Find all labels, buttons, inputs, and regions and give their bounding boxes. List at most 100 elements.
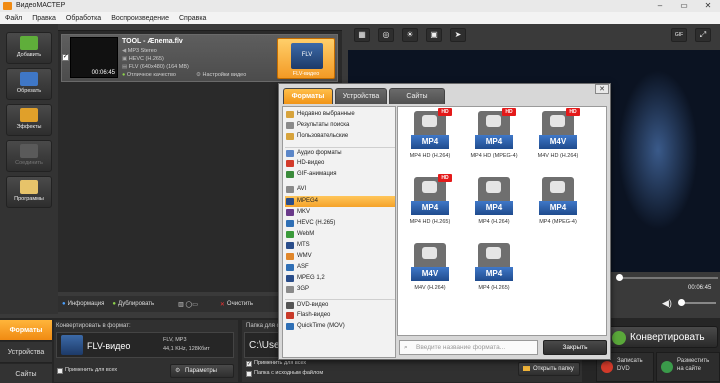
category-item[interactable]: HD-видео bbox=[285, 158, 395, 169]
publish-site-button[interactable]: Разместить на сайте bbox=[656, 352, 720, 382]
format-label: MP4 HD (H.265) bbox=[409, 219, 451, 225]
format-search-input[interactable]: ⌕ Введите название формата... bbox=[399, 340, 538, 355]
format-tile[interactable]: HD MP4 MP4 HD (H.265) bbox=[406, 174, 454, 225]
dialog-close-button[interactable]: Закрыть bbox=[543, 340, 607, 355]
dialog-tab-formats[interactable]: Форматы bbox=[283, 88, 333, 104]
file-codec: ▣ HEVC (H.265) bbox=[122, 56, 164, 62]
flash-icon bbox=[286, 312, 294, 319]
asf-icon bbox=[286, 264, 294, 271]
mkv-icon bbox=[286, 209, 294, 216]
category-label: MPEG4 bbox=[297, 198, 319, 204]
join-button[interactable]: Соединить bbox=[6, 140, 52, 172]
category-item[interactable]: 3GP bbox=[285, 284, 395, 295]
add-button[interactable]: Добавить bbox=[6, 32, 52, 64]
video-thumbnail[interactable]: 00:06:45 bbox=[70, 37, 118, 78]
category-item[interactable]: HEVC (H.265) bbox=[285, 218, 395, 229]
maximize-button[interactable]: ▭ bbox=[672, 0, 696, 12]
hd-badge: HD bbox=[438, 108, 452, 116]
tab-sites[interactable]: Сайты bbox=[0, 364, 52, 383]
category-item[interactable]: Flash-видео bbox=[285, 310, 395, 321]
convert-button[interactable]: Конвертировать bbox=[605, 326, 718, 348]
view-toggle[interactable]: ▥ ◯▭ bbox=[178, 301, 198, 308]
category-item[interactable]: GIF-анимация bbox=[285, 169, 395, 180]
source-folder-checkbox[interactable] bbox=[246, 371, 252, 377]
minimize-button[interactable]: – bbox=[648, 0, 672, 12]
format-category-list: Недавно выбранные Результаты поиска Пользо… bbox=[282, 106, 396, 358]
tab-formats[interactable]: Форматы bbox=[0, 320, 52, 341]
close-window-button[interactable]: ✕ bbox=[696, 0, 720, 12]
dialog-tab-sites[interactable]: Сайты bbox=[389, 88, 445, 104]
open-folder-button[interactable]: Открыть папку bbox=[518, 362, 580, 376]
category-item[interactable]: MKV bbox=[285, 207, 395, 218]
speed-icon[interactable]: ➤ bbox=[450, 28, 466, 42]
category-item[interactable]: Недавно выбранные bbox=[285, 109, 395, 120]
category-label: MPEG 1,2 bbox=[297, 275, 325, 281]
category-item[interactable]: Результаты поиска bbox=[285, 120, 395, 131]
selected-format-audio: 44,1 KHz, 128Кбит bbox=[163, 346, 210, 352]
volume-icon[interactable]: ◀) bbox=[662, 298, 672, 309]
volume-slider[interactable] bbox=[678, 299, 716, 306]
format-tile[interactable]: HD MP4 MP4 HD (H.264) bbox=[406, 108, 454, 159]
effects-button[interactable]: Эффекты bbox=[6, 104, 52, 136]
volume-handle[interactable] bbox=[678, 299, 685, 306]
menu-edit[interactable]: Правка bbox=[27, 15, 61, 22]
crop-icon[interactable]: ▦ bbox=[354, 28, 370, 42]
info-icon: ● bbox=[62, 301, 66, 307]
category-item[interactable]: Пользовательские bbox=[285, 131, 395, 142]
format-label: MP4 (MPEG-4) bbox=[539, 219, 577, 225]
format-tile[interactable]: M4V M4V (H.264) bbox=[406, 243, 454, 291]
flv-format-icon: FLV bbox=[291, 43, 323, 69]
category-item[interactable]: WMV bbox=[285, 251, 395, 262]
quality-setting[interactable]: ● Отличное качество bbox=[122, 72, 176, 78]
category-item[interactable]: AVI bbox=[285, 184, 395, 195]
quicktime-icon bbox=[286, 323, 294, 330]
format-tile[interactable]: MP4 MP4 (H.265) bbox=[470, 243, 518, 291]
search-icon: ⌕ bbox=[404, 344, 408, 351]
dialog-tab-devices[interactable]: Устройства bbox=[335, 88, 387, 104]
parameters-button[interactable]: ⚙ Параметры bbox=[170, 364, 234, 378]
folder-icon bbox=[523, 366, 530, 371]
format-tile[interactable]: MP4 MP4 (MPEG-4) bbox=[534, 177, 582, 225]
category-item[interactable]: MTS bbox=[285, 240, 395, 251]
file-checkbox[interactable]: ✓ bbox=[62, 54, 69, 61]
dialog-close-icon[interactable]: ✕ bbox=[595, 84, 609, 94]
tab-devices[interactable]: Устройства bbox=[0, 342, 52, 363]
programs-button[interactable]: Программы bbox=[6, 176, 52, 208]
gif-icon[interactable]: GIF bbox=[671, 28, 687, 42]
convert-icon bbox=[612, 331, 626, 345]
seek-handle[interactable] bbox=[616, 274, 623, 281]
category-item[interactable]: MPEG 1,2 bbox=[285, 273, 395, 284]
category-label: Flash-видео bbox=[297, 312, 331, 318]
category-label: Недавно выбранные bbox=[297, 111, 355, 117]
category-item[interactable]: Аудио форматы bbox=[285, 147, 395, 158]
apply-all-save-checkbox[interactable]: ✓ bbox=[246, 361, 252, 367]
menu-process[interactable]: Обработка bbox=[61, 15, 106, 22]
fullscreen-icon[interactable]: ⤢ bbox=[695, 28, 711, 42]
format-tile[interactable]: HD M4V M4V HD (H.264) bbox=[534, 108, 582, 159]
category-item[interactable]: WebM bbox=[285, 229, 395, 240]
output-format-badge[interactable]: FLV FLV-видео bbox=[277, 38, 335, 79]
rotate-icon[interactable]: ◎ bbox=[378, 28, 394, 42]
menu-file[interactable]: Файл bbox=[0, 15, 27, 22]
brightness-icon[interactable]: ☀ bbox=[402, 28, 418, 42]
menu-playback[interactable]: Воспроизведение bbox=[106, 15, 174, 22]
menu-help[interactable]: Справка bbox=[174, 15, 211, 22]
window-title: ВидеоМАСТЕР bbox=[16, 2, 66, 9]
category-item[interactable]: ASF bbox=[285, 262, 395, 273]
duplicate-button[interactable]: Дублировать bbox=[118, 301, 154, 307]
format-tile[interactable]: MP4 MP4 (H.264) bbox=[470, 177, 518, 225]
video-settings-link[interactable]: ⚙ Настройки видео bbox=[196, 72, 246, 78]
format-tile[interactable]: HD MP4 MP4 HD (MPEG-4) bbox=[470, 108, 518, 159]
trim-button[interactable]: Обрезать bbox=[6, 68, 52, 100]
clear-button[interactable]: Очистить bbox=[227, 301, 253, 307]
format-badge: M4V bbox=[539, 135, 577, 149]
category-label: QuickTime (MOV) bbox=[297, 323, 345, 329]
3gp-icon bbox=[286, 286, 294, 293]
category-item[interactable]: MPEG4 bbox=[285, 196, 395, 207]
category-item[interactable]: QuickTime (MOV) bbox=[285, 321, 395, 332]
info-button[interactable]: Информация bbox=[68, 301, 105, 307]
selected-format[interactable]: FLV-видео FLV, MP3 44,1 KHz, 128Кбит bbox=[56, 332, 234, 358]
category-item[interactable]: DVD-видео bbox=[285, 299, 395, 310]
apply-all-checkbox[interactable] bbox=[57, 368, 63, 374]
camera-icon[interactable]: ▣ bbox=[426, 28, 442, 42]
